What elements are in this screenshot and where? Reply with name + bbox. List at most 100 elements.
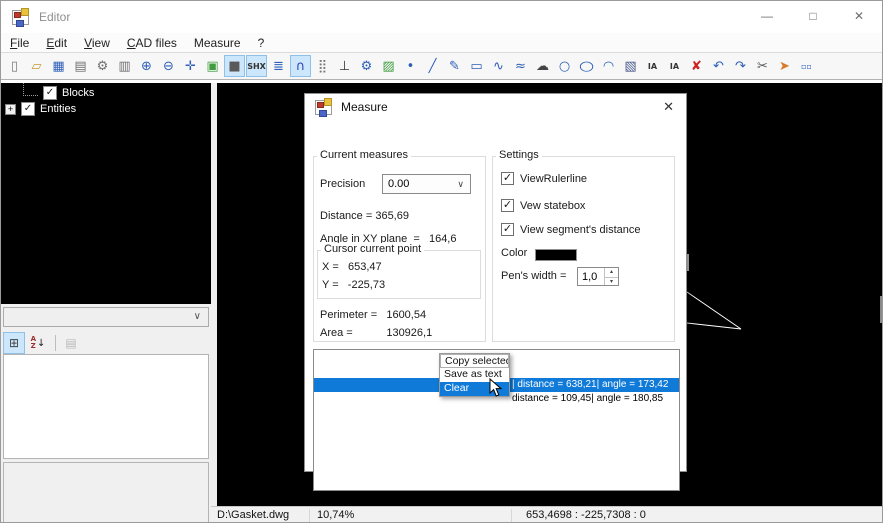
draw-polyline-button[interactable]: ✎ (444, 55, 465, 77)
draw-cloud-button[interactable]: ☁ (532, 55, 553, 77)
print-preview-button[interactable]: ▥ (114, 55, 135, 77)
dialog-title-bar[interactable]: Measure ✕ (305, 94, 686, 120)
draw-line-button[interactable]: ╱ (422, 55, 443, 77)
blocks-checkbox[interactable]: ✓ (43, 86, 57, 100)
display-mode-button[interactable]: ■ (224, 55, 245, 77)
draw-curve-button[interactable]: ∿ (488, 55, 509, 77)
menu-cad-files[interactable]: CAD files (127, 36, 177, 50)
chevron-down-icon: ∨ (457, 179, 464, 190)
checkbox-check-icon[interactable]: ✓ (501, 223, 514, 236)
ortho-mode-button[interactable]: ⊥ (334, 55, 355, 77)
spin-up-icon[interactable]: ▴ (605, 268, 618, 278)
close-button[interactable]: ✕ (836, 1, 882, 33)
shx-fonts-button[interactable]: SHX (246, 55, 267, 77)
text-edit-button[interactable]: ΙA (664, 55, 685, 77)
status-zoom-level: 10,74% (317, 509, 354, 521)
menu-edit[interactable]: Edit (46, 36, 67, 50)
checkbox-label: ViewRulerline (520, 173, 587, 185)
main-toolbar: ▯▱▦▤⚙▥⊕⊖✛▣■SHX≣∩⣿⊥⚙▨•╱✎▭∿≈☁○○◠▧ΙAΙA✘↶↷✂➤… (1, 52, 882, 80)
title-bar: Editor — □ ✕ (1, 1, 882, 33)
menu-file[interactable]: File (10, 36, 29, 50)
view-segment-distance-checkbox[interactable]: ✓ View segment's distance (501, 223, 641, 236)
current-measures-group: Current measures Precision 0.00 ∨ Distan… (313, 156, 486, 342)
print-setup-button[interactable]: ⚙ (92, 55, 113, 77)
menu-help[interactable]: ? (258, 36, 265, 50)
checkbox-label: Vew statebox (520, 200, 585, 212)
hatch-button[interactable]: ▧ (620, 55, 641, 77)
app-icon (12, 10, 29, 25)
expand-icon[interactable]: + (5, 104, 16, 115)
menu-bar: File Edit View CAD files Measure ? (1, 33, 882, 52)
zoom-window-button[interactable]: ▣ (202, 55, 223, 77)
dialog-close-icon[interactable]: ✕ (663, 99, 674, 115)
dimension-button[interactable]: ▫▫ (796, 55, 817, 77)
entities-checkbox[interactable]: ✓ (21, 102, 35, 116)
left-panel: ✓ Blocks + ✓ Entities ∨ ⊞ AZ ↓ ▤ (1, 83, 211, 523)
sort-alphabetical-button[interactable]: AZ ↓ (27, 332, 49, 354)
object-selector-combobox[interactable]: ∨ (3, 307, 209, 327)
settings-group: Settings ✓ ViewRulerline ✓ Vew statebox … (492, 156, 675, 342)
az-icon: AZ (31, 336, 36, 350)
menu-view[interactable]: View (84, 36, 110, 50)
tree-item-label: Entities (40, 103, 76, 115)
property-description-panel (3, 462, 209, 523)
new-file-button[interactable]: ▯ (4, 55, 25, 77)
property-pages-button[interactable]: ▤ (60, 332, 82, 354)
open-folder-button[interactable]: ▱ (26, 55, 47, 77)
view-statebox-checkbox[interactable]: ✓ Vew statebox (501, 199, 585, 212)
tree-item-entities[interactable]: + ✓ Entities (1, 101, 211, 117)
status-file-path: D:\Gasket.dwg (217, 509, 289, 521)
touch-select-button[interactable]: ➤ (774, 55, 795, 77)
color-swatch-button[interactable] (535, 249, 577, 261)
object-tree: ✓ Blocks + ✓ Entities (1, 83, 211, 304)
grid-snap-button[interactable]: ⣿ (312, 55, 333, 77)
layers-button[interactable]: ≣ (268, 55, 289, 77)
status-separator (511, 509, 512, 522)
toolbar-separator (55, 335, 56, 351)
redo-button[interactable]: ↷ (730, 55, 751, 77)
pen-width-value: 1,0 (582, 271, 597, 283)
list-item-text: distance = 109,45| angle = 180,85 (512, 392, 663, 406)
menu-measure[interactable]: Measure (194, 36, 241, 50)
pointer-settings-button[interactable]: ⚙ (356, 55, 377, 77)
print-button[interactable]: ▤ (70, 55, 91, 77)
chevron-down-icon: ∨ (194, 311, 201, 322)
spin-down-icon[interactable]: ▾ (605, 278, 618, 287)
status-coordinates: 653,4698 : -225,7308 : 0 (526, 509, 646, 521)
measure-dialog: Measure ✕ Current measures Precision 0.0… (304, 93, 687, 472)
draw-rectangle-button[interactable]: ▭ (466, 55, 487, 77)
tree-connector (23, 83, 38, 96)
view-rulerline-checkbox[interactable]: ✓ ViewRulerline (501, 172, 587, 185)
context-menu-copy-selected[interactable]: Copy selected (440, 354, 509, 368)
app-window: Editor — □ ✕ File Edit View CAD files Me… (0, 0, 883, 523)
tree-item-blocks[interactable]: ✓ Blocks (1, 85, 211, 101)
checkbox-check-icon[interactable]: ✓ (501, 172, 514, 185)
draw-arc-button[interactable]: ◠ (598, 55, 619, 77)
categorized-button[interactable]: ⊞ (3, 332, 25, 354)
draw-point-button[interactable]: • (400, 55, 421, 77)
text-insert-button[interactable]: ΙA (642, 55, 663, 77)
undo-button[interactable]: ↶ (708, 55, 729, 77)
snap-magnet-button[interactable]: ∩ (290, 55, 311, 77)
zoom-in-button[interactable]: ⊕ (136, 55, 157, 77)
insert-image-button[interactable]: ▨ (378, 55, 399, 77)
pen-width-stepper[interactable]: 1,0 ▴ ▾ (577, 267, 619, 286)
maximize-button[interactable]: □ (790, 1, 836, 33)
save-button[interactable]: ▦ (48, 55, 69, 77)
checkbox-label: View segment's distance (520, 224, 641, 236)
zoom-extents-button[interactable]: ✛ (180, 55, 201, 77)
trim-button[interactable]: ✂ (752, 55, 773, 77)
group-label: Settings (496, 149, 542, 161)
zoom-out-button[interactable]: ⊖ (158, 55, 179, 77)
list-item-text: | distance = 638,21| angle = 173,42 (512, 378, 668, 392)
property-grid[interactable] (3, 354, 209, 459)
arrow-down-icon: ↓ (37, 338, 45, 349)
precision-combobox[interactable]: 0.00 ∨ (382, 174, 471, 194)
stepper-buttons: ▴ ▾ (604, 268, 618, 285)
draw-ellipse-button[interactable]: ○ (572, 55, 600, 77)
mouse-cursor-icon (489, 378, 503, 403)
minimize-button[interactable]: — (744, 1, 790, 33)
delete-button[interactable]: ✘ (686, 55, 707, 77)
draw-sketch-button[interactable]: ≈ (510, 55, 531, 77)
checkbox-check-icon[interactable]: ✓ (501, 199, 514, 212)
